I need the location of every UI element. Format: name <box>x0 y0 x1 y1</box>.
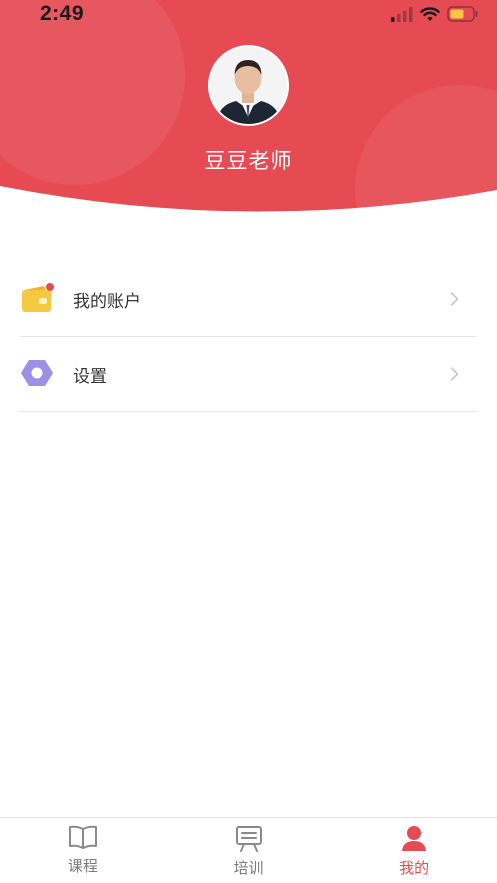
status-time: 2:49 <box>40 2 85 25</box>
wifi-icon <box>420 6 440 21</box>
chevron-right-icon <box>450 292 459 306</box>
tab-courses[interactable]: 课程 <box>0 818 166 883</box>
settings-hexagon-icon <box>21 360 53 386</box>
profile-name: 豆豆老师 <box>204 149 293 173</box>
tab-training[interactable]: 培训 <box>166 818 332 883</box>
menu-item-label: 我的账户 <box>73 291 141 312</box>
battery-icon <box>447 6 478 22</box>
tab-label: 我的 <box>399 859 430 877</box>
menu-item-settings[interactable]: 设置 <box>20 337 477 412</box>
tab-label: 培训 <box>233 859 264 877</box>
menu-item-my-account[interactable]: 我的账户 <box>20 262 477 337</box>
tab-mine[interactable]: 我的 <box>331 818 497 883</box>
wallet-icon <box>22 283 54 312</box>
tab-label: 课程 <box>67 857 98 875</box>
book-icon <box>68 825 97 849</box>
chevron-right-icon <box>450 367 459 381</box>
bottom-tab-bar: 课程 培训 我的 <box>0 817 497 883</box>
person-icon <box>402 826 427 851</box>
signal-icon <box>391 6 413 22</box>
avatar[interactable] <box>208 45 289 126</box>
avatar-photo <box>210 47 287 124</box>
status-bar: 2:49 <box>0 0 497 30</box>
training-board-icon <box>235 826 262 852</box>
menu-list: 我的账户 设置 <box>20 262 477 412</box>
menu-item-label: 设置 <box>73 366 107 387</box>
